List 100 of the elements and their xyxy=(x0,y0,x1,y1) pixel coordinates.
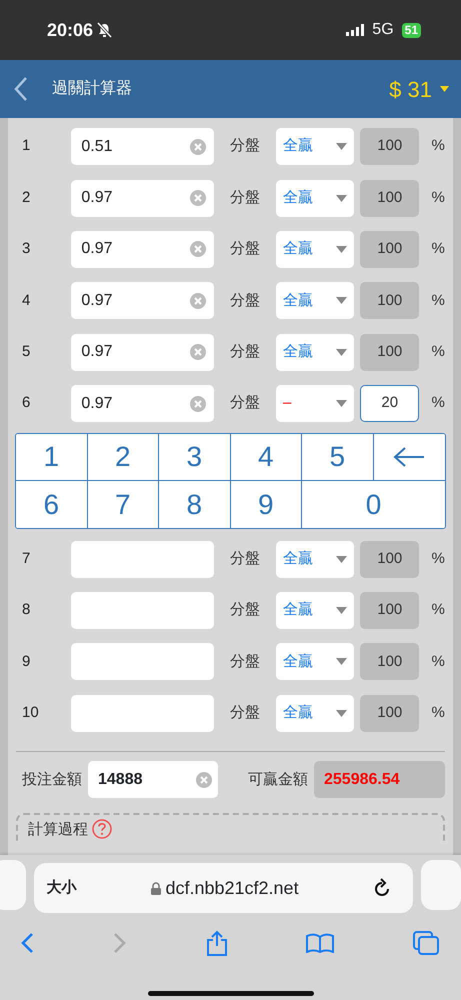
backspace-key[interactable] xyxy=(374,434,445,482)
result-select[interactable]: 全贏 xyxy=(276,592,354,629)
handicap-type: 分盤 xyxy=(228,239,261,260)
caret-icon xyxy=(336,194,348,202)
page-title: 過關計算器 xyxy=(52,78,132,99)
digit-key[interactable]: 1 xyxy=(16,434,88,482)
leg-number: 2 xyxy=(22,188,32,208)
percent-field[interactable]: 100 xyxy=(360,592,420,629)
process-title: 計算過程 xyxy=(28,820,88,840)
book-icon[interactable] xyxy=(306,933,334,953)
clear-icon[interactable] xyxy=(190,241,206,258)
result-select[interactable]: 全贏 xyxy=(276,334,354,371)
handicap-type: 分盤 xyxy=(228,136,261,156)
odds-field[interactable]: 0.97 xyxy=(71,334,214,371)
tabs-icon[interactable] xyxy=(413,931,439,955)
odds-field[interactable] xyxy=(71,694,214,732)
leg-number: 4 xyxy=(22,290,32,311)
odds-value: 0.97 xyxy=(81,290,114,311)
result-select[interactable]: 全贏 xyxy=(276,230,354,268)
odds-field[interactable] xyxy=(71,592,214,629)
leg-number: 7 xyxy=(22,548,32,569)
reload-icon[interactable] xyxy=(373,878,392,898)
odds-field[interactable]: 0.97 xyxy=(71,385,214,422)
help-icon[interactable] xyxy=(92,818,112,839)
payout-value: 255986.54 xyxy=(314,761,445,798)
address-bar[interactable]: 大小 dcf.nbb21cf2.net xyxy=(34,863,414,913)
result-select[interactable]: 全贏 xyxy=(276,128,354,166)
payout-label: 可贏金額 xyxy=(248,770,308,790)
odds-field[interactable]: 0.97 xyxy=(71,282,214,320)
result-select[interactable]: 全贏 xyxy=(276,540,354,578)
digit-key[interactable]: 4 xyxy=(230,434,302,482)
tab-preview xyxy=(0,860,26,910)
result-select[interactable]: 全贏 xyxy=(276,694,354,732)
result-value: – xyxy=(282,393,292,414)
digit-key[interactable]: 5 xyxy=(302,434,374,482)
balance-amount[interactable]: $ 31 xyxy=(389,72,432,106)
percent-field[interactable]: 100 xyxy=(360,180,420,217)
odds-field[interactable] xyxy=(71,643,214,680)
clear-icon[interactable] xyxy=(190,344,206,360)
tab-preview xyxy=(421,860,461,910)
lock-icon xyxy=(151,882,162,894)
leg-number: 8 xyxy=(22,600,32,620)
handicap-type: 分盤 xyxy=(228,702,261,723)
result-value: 全贏 xyxy=(282,548,314,569)
digit-key[interactable]: 3 xyxy=(159,434,230,482)
result-value: 全贏 xyxy=(282,239,314,260)
percent-field[interactable]: 100 xyxy=(360,282,420,320)
handicap-type: 分盤 xyxy=(228,188,261,208)
handicap-type: 分盤 xyxy=(228,290,261,311)
share-icon[interactable] xyxy=(206,930,228,956)
digit-key[interactable]: 6 xyxy=(16,481,88,528)
handicap-type: 分盤 xyxy=(228,652,261,672)
result-select[interactable]: – xyxy=(276,385,354,422)
clear-icon[interactable] xyxy=(190,292,206,309)
odds-field[interactable]: 0.51 xyxy=(71,128,214,166)
caret-icon xyxy=(440,86,449,92)
caret-icon xyxy=(336,710,348,717)
percent-field[interactable]: 20 xyxy=(360,385,420,422)
odds-field[interactable]: 0.97 xyxy=(71,230,214,268)
leg-number: 5 xyxy=(22,342,32,362)
result-value: 全贏 xyxy=(282,600,314,620)
clear-icon[interactable] xyxy=(190,190,206,206)
clear-icon[interactable] xyxy=(196,772,212,788)
stake-label: 投注金額 xyxy=(22,770,82,790)
result-select[interactable]: 全贏 xyxy=(276,643,354,680)
home-indicator[interactable] xyxy=(148,991,314,996)
clear-icon[interactable] xyxy=(190,396,206,412)
caret-icon xyxy=(336,556,348,563)
back-icon[interactable] xyxy=(14,76,28,102)
percent-field[interactable]: 100 xyxy=(360,643,420,680)
result-value: 全贏 xyxy=(282,290,314,311)
percent-sign: % xyxy=(430,652,446,672)
percent-sign: % xyxy=(430,136,446,156)
percent-field[interactable]: 100 xyxy=(360,540,420,578)
result-select[interactable]: 全贏 xyxy=(276,180,354,217)
forward-icon[interactable] xyxy=(112,932,127,954)
percent-field[interactable]: 100 xyxy=(360,694,420,732)
odds-field[interactable]: 0.97 xyxy=(71,180,214,217)
clear-icon[interactable] xyxy=(190,138,206,155)
percent-field[interactable]: 100 xyxy=(360,128,420,166)
text-size-button[interactable]: 大小 xyxy=(46,876,77,900)
back-icon[interactable] xyxy=(20,932,34,954)
signal-icon xyxy=(346,24,364,36)
percent-field[interactable]: 100 xyxy=(360,334,420,371)
odds-value: 0.97 xyxy=(81,342,114,362)
result-select[interactable]: 全贏 xyxy=(276,282,354,320)
handicap-type: 分盤 xyxy=(228,342,261,362)
stake-value: 14888 xyxy=(98,770,144,790)
odds-field[interactable] xyxy=(71,540,214,578)
leg-number: 10 xyxy=(22,702,40,723)
caret-icon xyxy=(336,297,348,304)
percent-field[interactable]: 100 xyxy=(360,230,420,268)
caret-icon xyxy=(336,658,348,666)
odds-value: 0.97 xyxy=(81,188,114,208)
digit-key[interactable]: 2 xyxy=(88,434,159,482)
caret-icon xyxy=(336,246,348,253)
percent-sign: % xyxy=(430,239,446,260)
result-value: 全贏 xyxy=(282,702,314,723)
leg-number: 3 xyxy=(22,239,32,260)
stake-field[interactable]: 14888 xyxy=(88,761,218,798)
